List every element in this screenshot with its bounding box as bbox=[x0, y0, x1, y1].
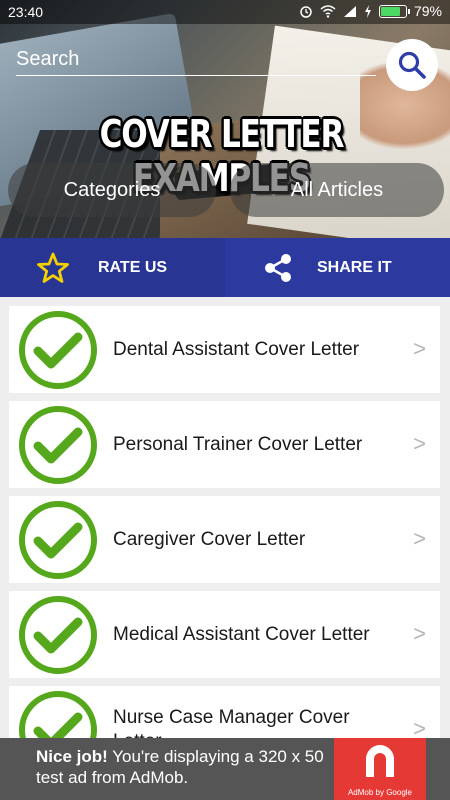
star-icon bbox=[36, 251, 70, 285]
list-item[interactable]: Dental Assistant Cover Letter > bbox=[9, 306, 440, 393]
charging-icon bbox=[364, 4, 371, 18]
categories-label: Categories bbox=[63, 178, 161, 201]
checkmark-circle-icon bbox=[19, 405, 97, 484]
checkmark-circle-icon bbox=[19, 595, 97, 674]
categories-button[interactable]: Categories bbox=[8, 163, 216, 217]
rate-us-label: RATE US bbox=[98, 258, 168, 276]
action-bar: RATE US SHARE IT bbox=[0, 238, 450, 297]
list-item-title: Medical Assistant Cover Letter bbox=[113, 623, 370, 645]
list-item[interactable]: Personal Trainer Cover Letter > bbox=[9, 401, 440, 488]
rate-us-button[interactable]: RATE US bbox=[0, 238, 225, 297]
all-articles-label: All Articles bbox=[290, 178, 384, 201]
signal-icon bbox=[343, 5, 356, 17]
list-item-title: Personal Trainer Cover Letter bbox=[113, 433, 363, 455]
chevron-right-icon: > bbox=[413, 336, 426, 361]
list-item-title: Nurse Case Manager Cover Letter bbox=[113, 706, 350, 739]
list-item-title: Dental Assistant Cover Letter bbox=[113, 338, 360, 360]
admob-logo[interactable]: AdMob by Google bbox=[334, 738, 426, 800]
list-item[interactable]: Nurse Case Manager Cover Letter > bbox=[9, 686, 440, 738]
list-item[interactable]: Caregiver Cover Letter > bbox=[9, 496, 440, 583]
search-input[interactable] bbox=[16, 44, 376, 74]
ad-banner[interactable]: Nice job! You're displaying a 320 x 50 t… bbox=[0, 738, 450, 800]
article-list: Dental Assistant Cover Letter > Personal… bbox=[0, 297, 450, 738]
share-it-label: SHARE IT bbox=[317, 258, 392, 276]
search-button[interactable] bbox=[386, 39, 438, 91]
chevron-right-icon: > bbox=[413, 716, 426, 738]
share-icon bbox=[261, 251, 295, 285]
status-bar: 23:40 79% bbox=[0, 0, 450, 24]
battery-icon bbox=[378, 4, 410, 18]
ad-text: Nice job! You're displaying a 320 x 50 t… bbox=[36, 746, 336, 788]
share-it-button[interactable]: SHARE IT bbox=[225, 238, 450, 297]
alarm-icon bbox=[300, 6, 312, 18]
list-item[interactable]: Medical Assistant Cover Letter > bbox=[9, 591, 440, 678]
wifi-icon bbox=[320, 4, 336, 18]
ad-headline: Nice job! bbox=[36, 747, 108, 766]
search-field[interactable] bbox=[16, 44, 376, 76]
chevron-right-icon: > bbox=[413, 621, 426, 646]
checkmark-circle-icon bbox=[19, 690, 97, 738]
status-time: 23:40 bbox=[8, 4, 44, 20]
list-item-title: Caregiver Cover Letter bbox=[113, 528, 306, 550]
all-articles-button[interactable]: All Articles bbox=[230, 163, 444, 217]
battery-percent: 79% bbox=[413, 3, 442, 19]
battery-level-fill bbox=[380, 6, 400, 16]
chevron-right-icon: > bbox=[413, 526, 426, 551]
status-icons: 79% bbox=[299, 3, 442, 19]
chevron-right-icon: > bbox=[413, 431, 426, 456]
checkmark-circle-icon bbox=[19, 500, 97, 579]
search-icon bbox=[398, 51, 426, 79]
admob-caption: AdMob by Google bbox=[347, 788, 413, 797]
checkmark-circle-icon bbox=[19, 310, 97, 389]
admob-icon bbox=[366, 745, 394, 777]
